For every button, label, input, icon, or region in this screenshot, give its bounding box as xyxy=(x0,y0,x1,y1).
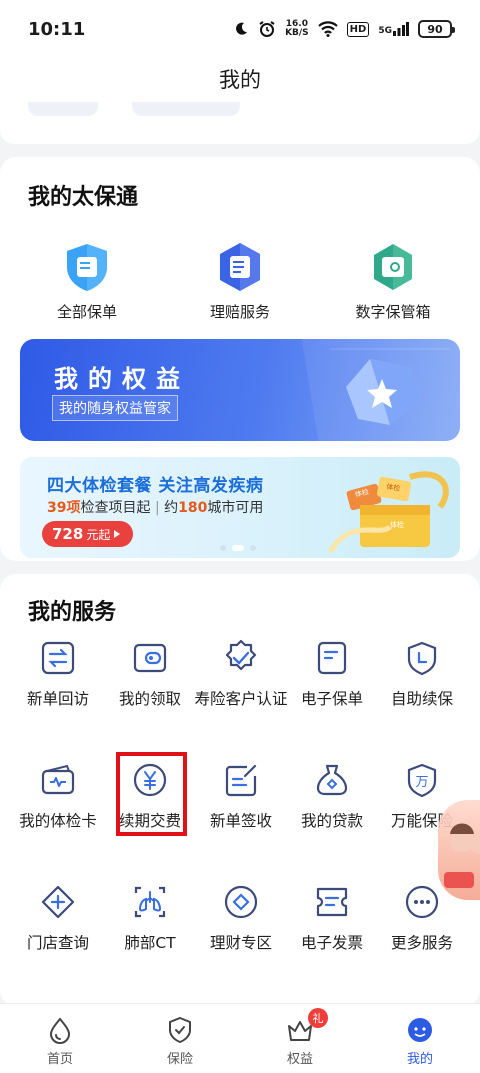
tab-rights[interactable]: 礼 权益 xyxy=(240,1004,360,1073)
profile-face-icon xyxy=(408,1018,432,1042)
hd-badge: HD xyxy=(346,21,370,37)
service-new-policy-return-visit[interactable]: 新单回访 xyxy=(10,638,106,710)
promo-price-button[interactable]: 728 元起 xyxy=(42,521,134,547)
floating-promo-bubble[interactable] xyxy=(438,800,480,900)
status-time: 10:11 xyxy=(28,18,86,40)
finance-diamond-icon xyxy=(224,885,258,919)
service-new-policy-signing[interactable]: 新单签收 xyxy=(193,760,289,832)
health-checkup-promo-banner[interactable]: 体检 体检 体检 四大体检套餐 关注高发疾病 39项检查项目起 | 约180城市… xyxy=(20,457,460,558)
do-not-disturb-icon xyxy=(236,22,248,35)
rights-title: 我的权益 xyxy=(54,365,190,393)
remnant-pill-right xyxy=(132,102,240,116)
network-speed: 16.0 KB/S xyxy=(285,19,309,38)
remnant-pill-left xyxy=(28,102,98,116)
rights-subtitle: 我的随身权益管家 xyxy=(52,395,178,421)
verified-badge-icon xyxy=(225,639,257,671)
gift-badge: 礼 xyxy=(308,1008,328,1028)
service-my-loan[interactable]: 我的贷款 xyxy=(284,760,380,832)
health-card-icon xyxy=(41,764,75,795)
battery-indicator: 90 xyxy=(418,20,455,38)
insurance-shield-icon xyxy=(169,1016,191,1044)
wifi-icon xyxy=(317,21,338,37)
signal-5g: 5G xyxy=(378,22,409,36)
more-dots-icon xyxy=(405,885,439,919)
scrolled-card-remnant xyxy=(0,100,480,144)
section-title-services: 我的服务 xyxy=(28,600,117,625)
digital-safe-button[interactable]: 数字保管箱 xyxy=(318,241,468,322)
return-visit-icon xyxy=(41,641,75,675)
rights-diamond-graphic xyxy=(301,339,460,441)
carousel-indicator xyxy=(220,545,256,551)
service-store-lookup[interactable]: 门店查询 xyxy=(10,882,106,954)
svg-text:万: 万 xyxy=(415,775,428,790)
e-policy-icon xyxy=(317,641,347,675)
promo-title: 四大体检套餐 关注高发疾病 xyxy=(47,476,264,496)
invoice-icon xyxy=(316,887,348,917)
home-drop-icon xyxy=(49,1017,71,1044)
safe-box-icon xyxy=(374,244,412,290)
floating-figure-icon xyxy=(444,823,480,888)
claims-service-button[interactable]: 理赔服务 xyxy=(165,241,315,322)
universal-shield-icon: 万 xyxy=(407,763,437,798)
service-e-policy[interactable]: 电子保单 xyxy=(284,638,380,710)
tab-home[interactable]: 首页 xyxy=(0,1004,120,1073)
checkup-card-label: 体检 xyxy=(390,520,404,529)
service-my-claim[interactable]: 我的领取 xyxy=(102,638,198,710)
service-self-renewal[interactable]: 自助续保 xyxy=(374,638,470,710)
lungs-ct-icon xyxy=(134,886,166,918)
sign-edit-icon xyxy=(225,764,257,797)
service-lung-ct[interactable]: 肺部CT xyxy=(102,882,198,954)
all-policies-button[interactable]: 全部保单 xyxy=(12,241,162,322)
service-life-insurance-verification[interactable]: 寿险客户认证 xyxy=(193,638,289,710)
store-locate-icon xyxy=(41,885,75,919)
caret-right-icon xyxy=(114,530,121,538)
bottom-tab-bar: 首页 保险 礼 权益 我的 xyxy=(0,1003,480,1073)
highlight-box xyxy=(116,752,187,836)
tab-insurance[interactable]: 保险 xyxy=(120,1004,240,1073)
money-bag-icon xyxy=(316,764,348,796)
service-my-health-card[interactable]: 我的体检卡 xyxy=(10,760,106,832)
page-header: 我的 xyxy=(0,58,480,100)
service-e-invoice[interactable]: 电子发票 xyxy=(284,882,380,954)
taibaotong-card: 我的太保通 全部保单 理赔服务 数字保管箱 我的权益 我的随身权益管家 体检 体… xyxy=(0,157,480,561)
tab-mine[interactable]: 我的 xyxy=(360,1004,480,1073)
renew-shield-icon xyxy=(407,641,437,676)
page-title: 我的 xyxy=(219,68,261,92)
status-bar: 10:11 16.0 KB/S HD 5G 90 xyxy=(0,0,480,58)
alarm-icon xyxy=(259,21,275,37)
signal-bars-icon xyxy=(393,22,409,36)
policy-shield-icon xyxy=(67,244,107,291)
promo-subtitle: 39项检查项目起 | 约180城市可用 xyxy=(47,500,264,516)
service-wealth-zone[interactable]: 理财专区 xyxy=(193,882,289,954)
section-title-taibaotong: 我的太保通 xyxy=(28,185,139,210)
checkup-gift-box-graphic: 体检 体检 体检 xyxy=(327,471,449,554)
claims-hexagon-icon xyxy=(220,243,260,291)
my-rights-banner[interactable]: 我的权益 我的随身权益管家 xyxy=(20,339,460,441)
wallet-icon xyxy=(133,643,167,673)
